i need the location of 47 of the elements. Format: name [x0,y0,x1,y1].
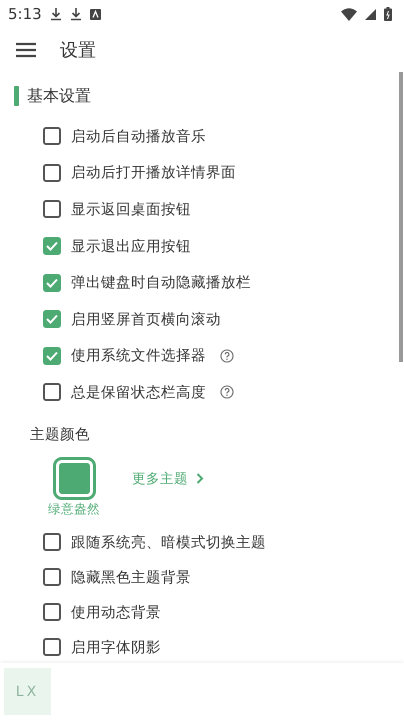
checkbox[interactable] [43,310,61,328]
checkmark-icon [46,278,58,288]
option-label: 跟随系统亮、暗模式切换主题 [71,534,266,552]
option-label: 启动后打开播放详情界面 [71,164,236,182]
theme-title: 主题颜色 [29,426,91,445]
checkbox[interactable] [43,383,61,402]
download-icon [50,7,62,21]
chevron-icon [196,473,204,484]
album-cover[interactable]: LX [4,668,51,715]
checkmark-icon [46,350,58,361]
help-icon[interactable] [220,385,234,400]
option-label: 启用字体阴影 [71,638,161,657]
menu-icon[interactable] [16,42,36,58]
section-title: 基本设置 [27,86,91,106]
option-label: 显示返回桌面按钮 [71,200,191,219]
download-icon [70,7,82,21]
option-label: 总是保留状态栏高度 [71,384,206,402]
help-icon[interactable] [220,348,234,363]
checkbox[interactable] [43,346,61,365]
checkbox[interactable] [43,237,61,256]
scrollbar[interactable] [399,72,403,362]
checkbox[interactable] [43,568,61,586]
checkbox[interactable] [43,127,61,146]
wifi-icon [341,8,357,20]
option-label: 使用动态背景 [71,604,161,622]
checkbox[interactable] [43,200,61,218]
option-label: 显示退出应用按钮 [71,238,191,256]
checkbox[interactable] [43,533,61,552]
signal-icon [365,8,376,20]
checkbox[interactable] [43,638,61,656]
battery-icon [384,7,392,21]
page-title: 设置 [60,39,96,62]
theme-option[interactable]: 绿意盎然 [48,460,100,518]
option-label: 启用竖屏首页横向滚动 [71,310,221,329]
checkmark-icon [46,241,58,252]
checkbox[interactable] [43,164,61,182]
option-label: 弹出键盘时自动隐藏播放栏 [71,274,251,292]
checkmark-icon [46,314,58,324]
checkbox[interactable] [43,603,61,622]
option-label: 启动后自动播放音乐 [71,128,206,146]
checkbox[interactable] [43,274,61,292]
option-label: 隐藏黑色主题背景 [71,568,191,587]
more-themes-link[interactable]: 更多主题 [132,470,204,488]
clock: 5:13 [8,5,42,23]
notification-icon [90,8,101,20]
option-label: 使用系统文件选择器 [71,347,206,366]
section-marker [14,86,19,106]
